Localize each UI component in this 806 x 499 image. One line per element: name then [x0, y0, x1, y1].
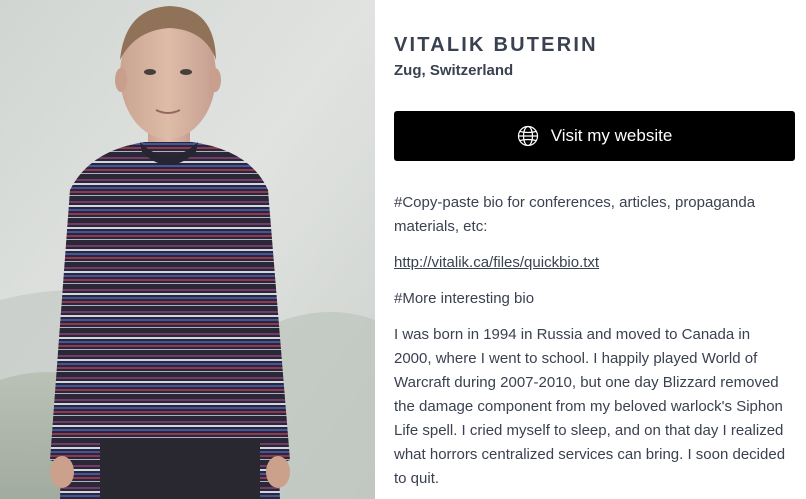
profile-photo	[0, 0, 375, 499]
profile-page: VITALIK BUTERIN Zug, Switzerland Visit m…	[0, 0, 806, 499]
bio-heading-interesting: #More interesting bio	[394, 290, 535, 307]
profile-location: Zug, Switzerland	[394, 62, 514, 79]
profile-header: VITALIK BUTERIN Zug, Switzerland	[394, 34, 795, 80]
bio-link-paragraph: http://vitalik.ca/files/quickbio.txt	[394, 251, 790, 275]
globe-icon	[517, 125, 539, 147]
visit-website-button[interactable]: Visit my website	[394, 111, 795, 161]
visit-website-label: Visit my website	[550, 126, 673, 145]
bio-paragraph: I was born in 1994 in Russia and moved t…	[394, 326, 786, 487]
bio-heading-copy-paste: #Copy-paste bio for conferences, article…	[394, 194, 756, 235]
profile-name: VITALIK BUTERIN	[394, 34, 598, 56]
bio-section: #Copy-paste bio for conferences, article…	[394, 191, 790, 499]
quickbio-link[interactable]: http://vitalik.ca/files/quickbio.txt	[394, 254, 599, 271]
